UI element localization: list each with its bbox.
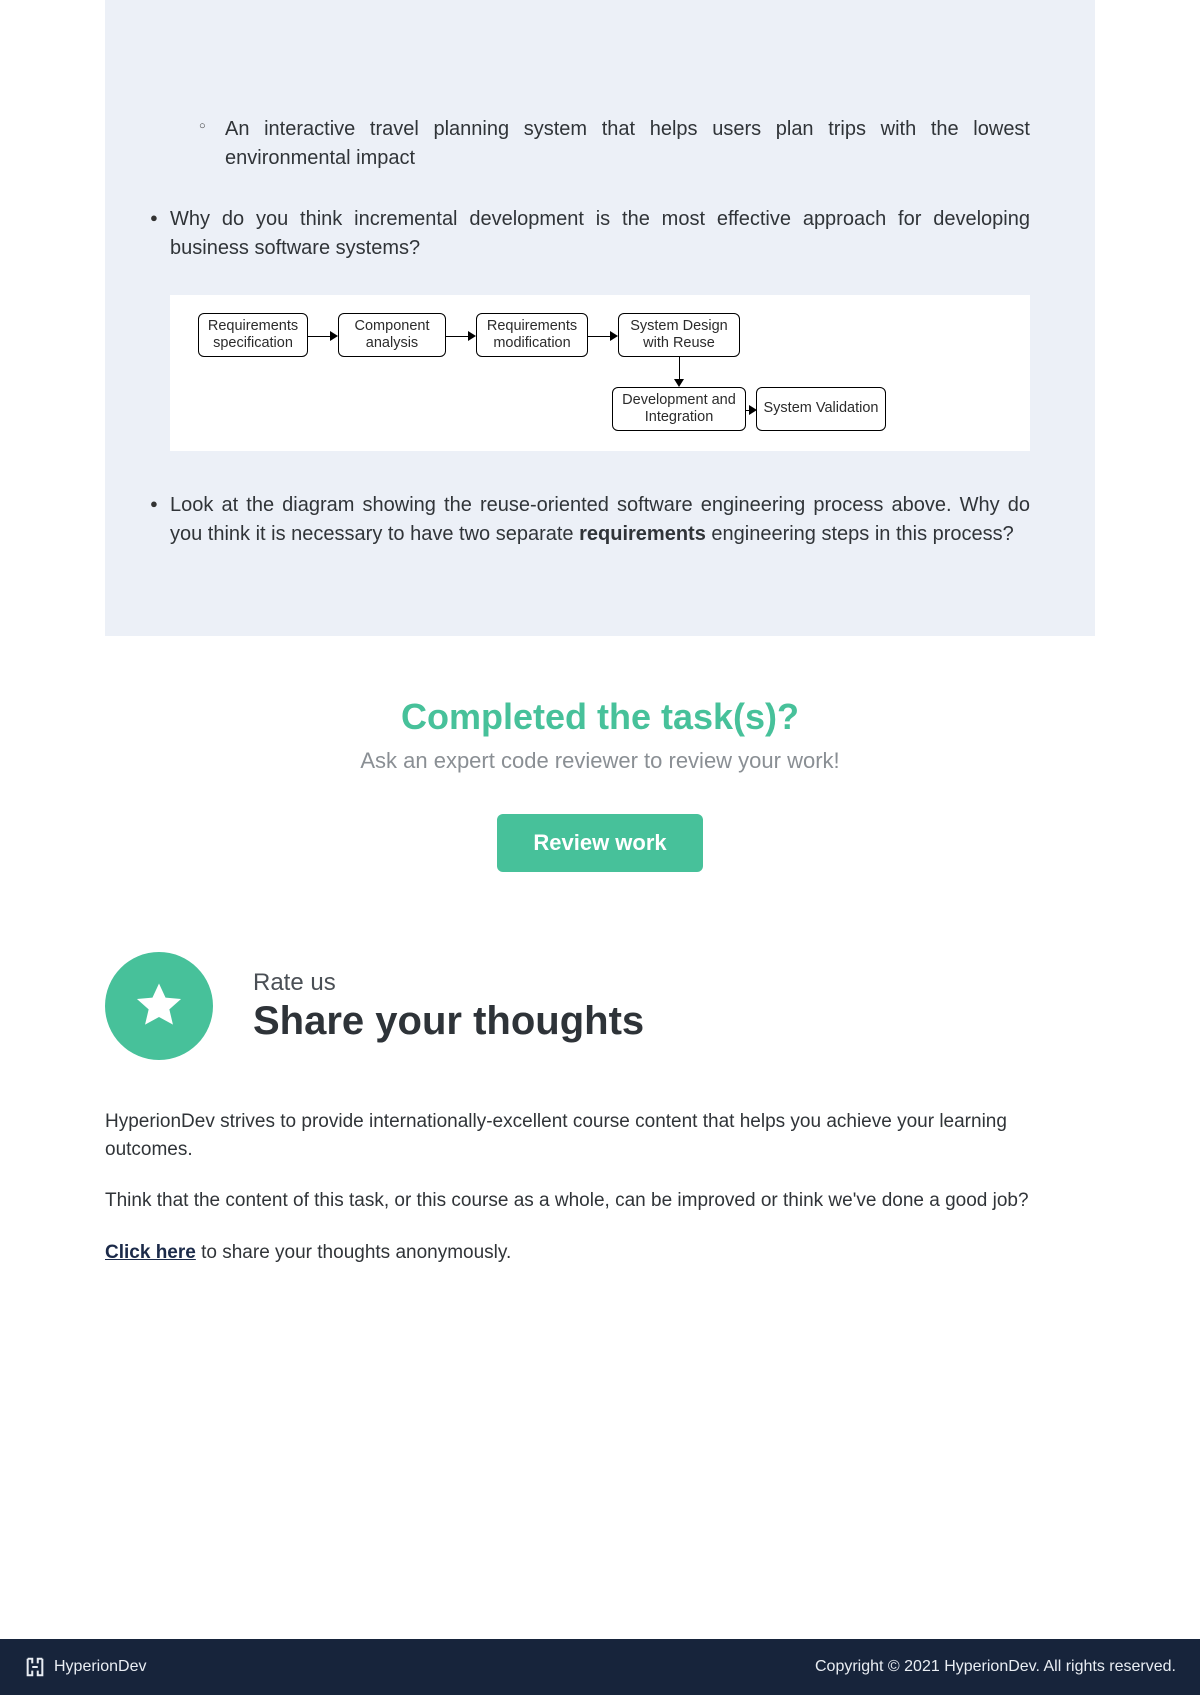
sub-bullet: An interactive travel planning system th… bbox=[225, 115, 1030, 173]
arrow-icon bbox=[588, 335, 618, 336]
q3-bold: requirements bbox=[579, 523, 706, 545]
rate-p1: HyperionDev strives to provide internati… bbox=[105, 1108, 1095, 1163]
arrow-icon bbox=[746, 409, 757, 410]
diagram-box-system-validation: System Validation bbox=[756, 387, 886, 431]
completed-subtitle: Ask an expert code reviewer to review yo… bbox=[0, 748, 1200, 774]
star-icon bbox=[105, 952, 213, 1060]
rate-p3: Click here to share your thoughts anonym… bbox=[105, 1239, 1095, 1267]
diagram-box-requirements-mod: Requirements modification bbox=[476, 313, 588, 357]
rate-us-section: Rate us Share your thoughts HyperionDev … bbox=[105, 952, 1095, 1266]
diagram-box-requirements-spec: Requirements specification bbox=[198, 313, 308, 357]
hyperiondev-logo-icon bbox=[24, 1656, 46, 1678]
diagram-box-dev-integration: Development and Integration bbox=[612, 387, 746, 431]
question-3: Look at the diagram showing the reuse-or… bbox=[170, 491, 1030, 549]
click-here-link[interactable]: Click here bbox=[105, 1242, 196, 1263]
diagram-box-component-analysis: Component analysis bbox=[338, 313, 446, 357]
diagram-box-system-design: System Design with Reuse bbox=[618, 313, 740, 357]
rate-p2: Think that the content of this task, or … bbox=[105, 1187, 1095, 1215]
footer-copyright: Copyright © 2021 HyperionDev. All rights… bbox=[815, 1658, 1176, 1676]
completed-section: Completed the task(s)? Ask an expert cod… bbox=[0, 696, 1200, 872]
review-work-button[interactable]: Review work bbox=[497, 814, 702, 872]
sublist-container: An interactive travel planning system th… bbox=[170, 115, 1030, 173]
footer-brand: HyperionDev bbox=[54, 1658, 146, 1676]
arrow-icon bbox=[446, 335, 476, 336]
reuse-process-diagram: Requirements specification Component ana… bbox=[180, 313, 1020, 433]
question-2: Why do you think incremental development… bbox=[170, 205, 1030, 263]
arrow-icon bbox=[678, 357, 679, 387]
arrow-icon bbox=[308, 335, 338, 336]
rate-us-big-title: Share your thoughts bbox=[253, 999, 644, 1044]
rate-p3-rest: to share your thoughts anonymously. bbox=[196, 1242, 511, 1263]
diagram-wrap: Requirements specification Component ana… bbox=[170, 295, 1030, 451]
q3-text-post: engineering steps in this process? bbox=[706, 523, 1014, 545]
footer: HyperionDev Copyright © 2021 HyperionDev… bbox=[0, 1639, 1200, 1695]
diagram-item: Requirements specification Component ana… bbox=[170, 295, 1030, 451]
completed-title: Completed the task(s)? bbox=[0, 696, 1200, 738]
rate-us-small-title: Rate us bbox=[253, 969, 644, 997]
task-panel: An interactive travel planning system th… bbox=[105, 0, 1095, 636]
